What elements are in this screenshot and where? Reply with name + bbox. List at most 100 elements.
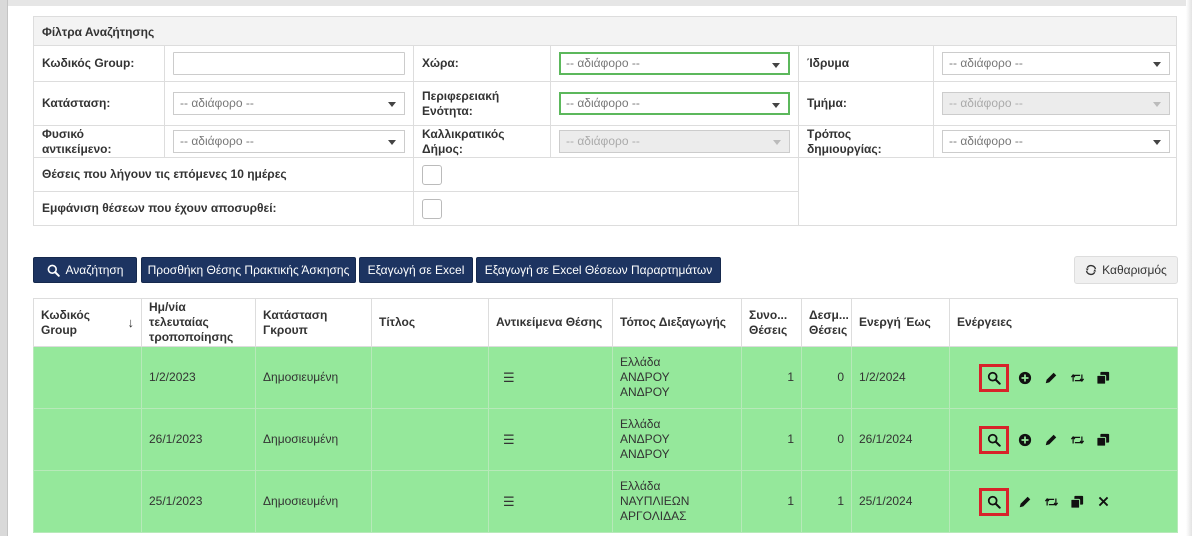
withdrawn-checkbox[interactable] — [422, 198, 442, 219]
header-location[interactable]: Τόπος Διεξαγωγής — [612, 298, 742, 347]
creation-method-select[interactable]: -- αδιάφορο -- — [942, 130, 1170, 153]
pencil-icon — [1045, 434, 1057, 445]
filter-row-4: Θέσεις που λήγουν τις επόμενες 10 ημέρες — [34, 158, 799, 192]
country-select-value: -- αδιάφορο -- — [566, 56, 640, 70]
header-objects[interactable]: Αντικείμενα Θέσης — [488, 298, 613, 347]
pencil-icon — [1019, 496, 1031, 507]
plus-circle-icon — [1018, 371, 1032, 384]
top-border — [0, 0, 1192, 6]
municipality-select: -- αδιάφορο -- — [559, 130, 790, 153]
cell-active-until: 26/1/2024 — [851, 408, 950, 471]
header-total[interactable]: Συνο... Θέσεις — [741, 298, 802, 347]
cell-location: Ελλάδα ΑΝΔΡΟΥ ΑΝΔΡΟΥ — [612, 408, 742, 471]
copy-button[interactable] — [1069, 494, 1085, 510]
cell-title — [371, 408, 489, 471]
header-committed[interactable]: Δεσμ... Θέσεις — [801, 298, 852, 347]
export-excel-branches-button[interactable]: Εξαγωγή σε Excel Θέσεων Παραρτημάτων — [476, 257, 721, 283]
pencil-icon — [1045, 372, 1057, 383]
expiring-checkbox[interactable] — [422, 164, 442, 185]
add-button[interactable] — [1017, 432, 1033, 448]
clear-button[interactable]: Καθαρισμός — [1074, 256, 1178, 284]
transfer-button[interactable] — [1069, 432, 1085, 448]
add-button[interactable] — [1017, 370, 1033, 386]
physical-object-select-value: -- αδιάφορο -- — [180, 134, 254, 148]
institution-select[interactable]: -- αδιάφορο -- — [942, 52, 1170, 75]
status-select-value: -- αδιάφορο -- — [180, 96, 254, 110]
location-country: Ελλάδα — [620, 479, 661, 493]
header-group-status[interactable]: Κατάσταση Γκρουπ — [255, 298, 372, 347]
add-position-button[interactable]: Προσθήκη Θέσης Πρακτικής Άσκησης — [141, 257, 356, 283]
header-group-code[interactable]: Κωδικός Group ↓ — [33, 298, 142, 347]
right-shadow — [1186, 0, 1192, 536]
cell-total: 1 — [741, 408, 802, 471]
search-icon — [987, 495, 1001, 509]
chevron-down-icon — [772, 63, 780, 68]
cell-actions — [949, 408, 1178, 471]
copy-button[interactable] — [1095, 370, 1111, 386]
copy-icon — [1096, 371, 1110, 385]
location-line-3: ΑΝΔΡΟΥ — [620, 447, 670, 461]
institution-label: Ίδρυμα — [807, 56, 850, 70]
search-button[interactable]: Αναζήτηση — [33, 257, 137, 283]
header-active-until[interactable]: Ενεργή Έως — [851, 298, 950, 347]
copy-icon — [1096, 433, 1110, 447]
sort-arrow-icon: ↓ — [127, 315, 135, 330]
transfer-button[interactable] — [1043, 494, 1059, 510]
physical-object-select[interactable]: -- αδιάφορο -- — [173, 130, 405, 153]
chevron-down-icon — [1153, 62, 1161, 67]
filter-row-1: Κωδικός Group: Χώρα: -- αδιάφορο -- Ίδρυ… — [34, 46, 1176, 82]
retweet-icon — [1070, 435, 1084, 444]
creation-method-label: Τρόπος δημιουργίας: — [807, 126, 882, 156]
cell-actions — [949, 346, 1178, 409]
municipality-select-value: -- αδιάφορο -- — [566, 134, 640, 148]
left-border — [0, 0, 8, 536]
list-icon[interactable]: ☰ — [503, 432, 515, 447]
cell-title — [371, 346, 489, 409]
edit-button[interactable] — [1017, 494, 1033, 510]
edit-button[interactable] — [1043, 370, 1059, 386]
view-button[interactable] — [979, 363, 1009, 392]
search-icon — [47, 264, 60, 277]
list-icon[interactable]: ☰ — [503, 370, 515, 385]
export-excel-branches-label: Εξαγωγή σε Excel Θέσεων Παραρτημάτων — [484, 263, 713, 277]
filters-title: Φίλτρα Αναζήτησης — [34, 17, 1176, 46]
cell-last-modified: 25/1/2023 — [141, 470, 256, 533]
location-line-3: ΑΝΔΡΟΥ — [620, 385, 670, 399]
table-row: 1/2/2023 Δημοσιευμένη ☰ Ελλάδα ΑΝΔΡΟΥ ΑΝ… — [33, 346, 1178, 409]
chevron-down-icon — [1153, 140, 1161, 145]
chevron-down-icon — [1153, 102, 1161, 107]
copy-button[interactable] — [1095, 432, 1111, 448]
transfer-button[interactable] — [1069, 370, 1085, 386]
view-button[interactable] — [979, 425, 1009, 454]
region-label: Περιφερειακή Ενότητα: — [422, 88, 500, 118]
cell-status: Δημοσιευμένη — [255, 346, 372, 409]
country-select[interactable]: -- αδιάφορο -- — [559, 52, 790, 75]
refresh-icon — [1085, 264, 1097, 276]
clear-button-label: Καθαρισμός — [1102, 263, 1167, 277]
filter-row-2: Κατάσταση: -- αδιάφορο -- Περιφερειακή Ε… — [34, 82, 1176, 126]
table-row: 25/1/2023 Δημοσιευμένη ☰ Ελλάδα ΝΑΥΠΛΙΕΩ… — [33, 470, 1178, 533]
status-select[interactable]: -- αδιάφορο -- — [173, 92, 405, 115]
retweet-icon — [1070, 373, 1084, 382]
chevron-down-icon — [388, 102, 396, 107]
cell-status: Δημοσιευμένη — [255, 408, 372, 471]
cell-active-until: 1/2/2024 — [851, 346, 950, 409]
header-last-modified[interactable]: Ημ/νία τελευταίας τροποποίησης — [141, 298, 256, 347]
group-code-input[interactable] — [173, 52, 405, 75]
view-button[interactable] — [979, 487, 1009, 516]
list-icon[interactable]: ☰ — [503, 494, 515, 509]
location-line-2: ΑΝΔΡΟΥ — [620, 370, 670, 384]
cell-objects: ☰ — [488, 470, 613, 533]
header-actions: Ενέργειες — [949, 298, 1178, 347]
header-title[interactable]: Τίτλος — [371, 298, 489, 347]
group-code-label: Κωδικός Group: — [42, 56, 135, 70]
edit-button[interactable] — [1043, 432, 1059, 448]
region-select[interactable]: -- αδιάφορο -- — [559, 92, 790, 115]
delete-button[interactable] — [1095, 494, 1111, 510]
cell-location: Ελλάδα ΑΝΔΡΟΥ ΑΝΔΡΟΥ — [612, 346, 742, 409]
export-excel-button[interactable]: Εξαγωγή σε Excel — [359, 257, 473, 283]
status-label: Κατάσταση: — [42, 96, 111, 110]
export-excel-label: Εξαγωγή σε Excel — [367, 263, 465, 277]
cell-status: Δημοσιευμένη — [255, 470, 372, 533]
region-select-value: -- αδιάφορο -- — [566, 96, 640, 110]
